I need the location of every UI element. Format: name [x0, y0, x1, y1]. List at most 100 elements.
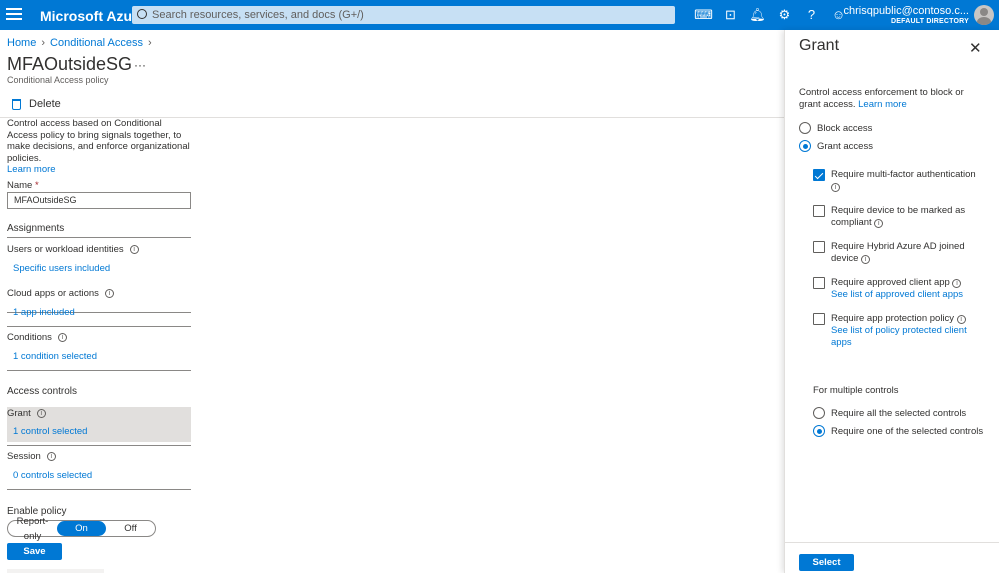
page-title: MFAOutsideSG [7, 54, 133, 74]
chevron-right-icon: › [41, 37, 46, 49]
users-label: Users or workload identities i [7, 244, 139, 255]
require-one-label: Require one of the selected controls [831, 425, 984, 437]
name-label-text: Name [7, 180, 33, 191]
account-email: chrisqpublic@contoso.c... [843, 5, 969, 17]
control-hybrid-joined[interactable]: Require Hybrid Azure AD joined device i [813, 241, 988, 265]
info-icon[interactable]: i [129, 245, 139, 254]
info-icon[interactable]: i [104, 289, 114, 298]
toggle-off[interactable]: Off [106, 521, 155, 536]
control-mfa[interactable]: Require multi-factor authentication i [813, 169, 988, 193]
radio-selected[interactable] [813, 425, 825, 437]
account-directory: DEFAULT DIRECTORY [891, 18, 969, 25]
require-one-option[interactable]: Require one of the selected controls [813, 425, 983, 437]
control-app-protection[interactable]: Require app protection policy i See list… [813, 313, 988, 349]
radio-unselected[interactable] [799, 122, 811, 134]
name-field[interactable]: MFAOutsideSG [7, 192, 191, 209]
breadcrumb-home[interactable]: Home [7, 37, 36, 49]
toggle-on[interactable]: On [57, 521, 106, 536]
grant-selector-link[interactable]: 1 control selected [13, 426, 87, 437]
settings-icon[interactable]: ⚙ [771, 7, 798, 23]
require-all-label: Require all the selected controls [831, 407, 967, 419]
divider [7, 445, 191, 446]
users-label-text: Users or workload identities [7, 244, 124, 255]
divider [7, 489, 191, 490]
top-icons: ⌨ ⊡ 🔔︎ ⚙ ? ☺ [690, 7, 852, 23]
conditions-label: Conditions i [7, 332, 67, 343]
conditions-label-text: Conditions [7, 332, 52, 343]
info-icon[interactable]: i [46, 452, 56, 461]
grant-label-text: Grant [7, 408, 31, 419]
cloud-apps-selector-link[interactable]: 1 app included [13, 307, 75, 318]
control-compliant-device[interactable]: Require device to be marked as compliant… [813, 205, 988, 229]
checkbox[interactable] [813, 205, 825, 217]
select-button[interactable]: Select [799, 554, 854, 571]
block-access-option[interactable]: Block access [799, 122, 872, 134]
search-input[interactable]: Search resources, services, and docs (G+… [132, 6, 675, 24]
divider [785, 542, 999, 543]
checkbox[interactable] [813, 277, 825, 289]
control-protection-text: Require app protection policy i See list… [831, 313, 981, 349]
radio-unselected[interactable] [813, 407, 825, 419]
info-icon[interactable]: i [956, 315, 966, 324]
control-label: Require Hybrid Azure AD joined device [831, 241, 965, 264]
session-label: Session i [7, 451, 56, 462]
chevron-right-icon: › [147, 37, 152, 49]
divider [7, 370, 191, 371]
directory-filter-icon[interactable]: ⊡ [717, 7, 744, 23]
info-icon[interactable]: i [36, 409, 46, 418]
block-access-label: Block access [817, 122, 873, 134]
require-all-option[interactable]: Require all the selected controls [813, 407, 966, 419]
protected-apps-link[interactable]: See list of policy protected client apps [831, 325, 967, 348]
panel-description: Control access enforcement to block or g… [799, 87, 984, 111]
control-approved-app[interactable]: Require approved client app i See list o… [813, 277, 988, 301]
session-selector-link[interactable]: 0 controls selected [13, 470, 92, 481]
brand-title[interactable]: Microsoft Azure [40, 8, 145, 24]
toggle-report-only[interactable]: Report-only [8, 514, 57, 544]
checkbox-checked[interactable] [813, 169, 825, 181]
control-label: Require app protection policy [831, 313, 955, 324]
required-marker: * [34, 180, 39, 191]
breadcrumb-conditional-access[interactable]: Conditional Access [50, 37, 143, 49]
more-options-icon[interactable]: ··· [134, 58, 146, 72]
page-subtitle: Conditional Access policy [7, 75, 109, 85]
info-icon[interactable]: i [861, 255, 871, 264]
control-mfa-text: Require multi-factor authentication i [831, 169, 981, 193]
delete-button[interactable]: Delete [12, 98, 61, 110]
notifications-icon[interactable]: 🔔︎ [744, 7, 771, 23]
save-button[interactable]: Save [7, 543, 62, 560]
control-label: Require multi-factor authentication [831, 169, 976, 180]
control-approved-text: Require approved client app i See list o… [831, 277, 981, 301]
radio-selected[interactable] [799, 140, 811, 152]
search-placeholder: Search resources, services, and docs (G+… [152, 9, 364, 21]
info-icon[interactable]: i [952, 279, 962, 288]
account-info[interactable]: chrisqpublic@contoso.c... DEFAULT DIRECT… [843, 5, 969, 25]
close-icon[interactable]: ✕ [969, 39, 982, 57]
checkbox[interactable] [813, 241, 825, 253]
intro-description: Control access based on Conditional Acce… [7, 118, 190, 164]
users-selector-link[interactable]: Specific users included [13, 263, 110, 274]
name-label: Name * [7, 180, 39, 191]
control-hybrid-text: Require Hybrid Azure AD joined device i [831, 241, 981, 265]
info-icon[interactable]: i [874, 219, 884, 228]
grant-label: Grant i [7, 408, 46, 419]
help-icon[interactable]: ? [798, 7, 825, 23]
enable-policy-toggle[interactable]: Report-only On Off [7, 516, 156, 542]
grant-panel: Grant ✕ Control access enforcement to bl… [784, 30, 999, 573]
checkbox[interactable] [813, 313, 825, 325]
conditions-selector-link[interactable]: 1 condition selected [13, 351, 97, 362]
assignments-heading: Assignments [7, 223, 65, 234]
search-icon [137, 9, 147, 19]
cloud-shell-icon[interactable]: ⌨ [690, 7, 717, 23]
top-bar: Microsoft Azure Search resources, servic… [0, 0, 999, 30]
info-icon[interactable]: i [831, 183, 840, 192]
grant-access-option[interactable]: Grant access [799, 140, 873, 152]
avatar[interactable] [974, 5, 994, 25]
info-icon[interactable]: i [57, 333, 67, 342]
panel-learn-more-link[interactable]: Learn more [858, 99, 907, 110]
breadcrumb: Home › Conditional Access › [7, 37, 157, 49]
learn-more-link[interactable]: Learn more [7, 164, 56, 175]
divider [7, 237, 191, 238]
horizontal-scrollbar[interactable] [7, 569, 104, 573]
approved-apps-link[interactable]: See list of approved client apps [831, 289, 963, 300]
menu-icon[interactable] [6, 8, 22, 22]
